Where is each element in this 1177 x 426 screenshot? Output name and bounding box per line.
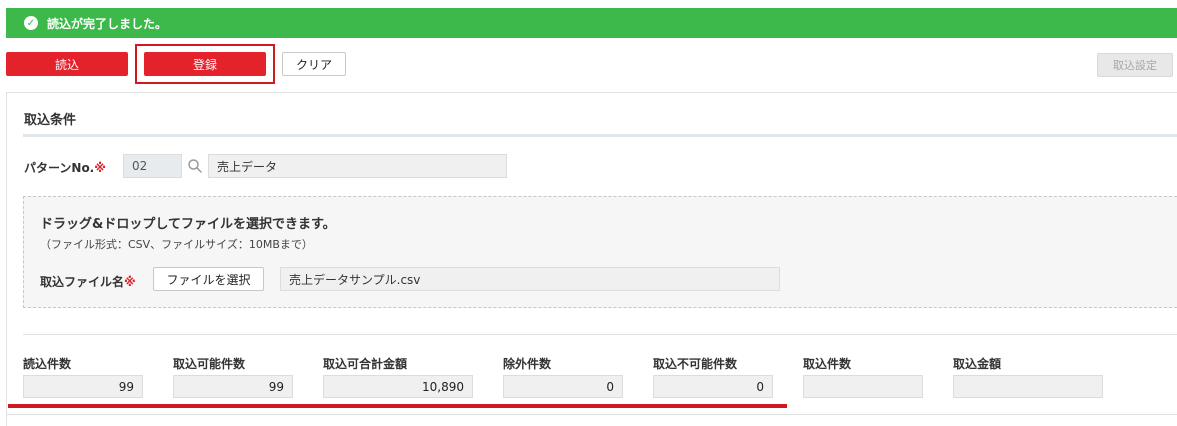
stat-value-importable-count: 99 xyxy=(173,375,293,398)
stat-label-not-importable-count: 取込不可能件数 xyxy=(653,357,738,371)
stat-value-imported-amount xyxy=(953,375,1103,398)
section-title: 取込条件 xyxy=(24,113,77,128)
stat-value-imported-count xyxy=(803,375,923,398)
file-label: 取込ファイル名※ xyxy=(40,275,136,289)
filename-field: 売上データサンプル.csv xyxy=(280,267,780,291)
stat-value-read-count: 99 xyxy=(23,375,143,398)
stat-value-importable-total: 10,890 xyxy=(323,375,473,398)
stat-value-excluded-count: 0 xyxy=(503,375,623,398)
bottom-divider xyxy=(6,414,1177,415)
pattern-label: パターンNo.※ xyxy=(24,161,106,175)
stat-label-imported-count: 取込件数 xyxy=(803,357,852,371)
clear-button[interactable]: クリア xyxy=(282,52,346,76)
stat-label-read-count: 読込件数 xyxy=(23,357,72,371)
stat-label-importable-count: 取込可能件数 xyxy=(173,357,246,371)
choose-file-button[interactable]: ファイルを選択 xyxy=(153,267,264,291)
dropzone-title: ドラッグ&ドロップしてファイルを選択できます。 xyxy=(40,217,336,232)
check-circle-icon: ✓ xyxy=(24,16,38,30)
stat-label-importable-total: 取込可合計金額 xyxy=(323,357,408,371)
pattern-name-field: 売上データ xyxy=(208,154,507,178)
register-button[interactable]: 登録 xyxy=(144,52,266,76)
import-settings-button[interactable]: 取込設定 xyxy=(1097,53,1173,77)
stat-label-imported-amount: 取込金額 xyxy=(953,357,1002,371)
dropzone-note: （ファイル形式：CSV、ファイルサイズ：10MBまで） xyxy=(40,238,313,251)
read-button[interactable]: 読込 xyxy=(6,52,128,76)
success-alert: ✓ 読込が完了しました。 xyxy=(6,8,1177,38)
search-icon[interactable] xyxy=(187,158,203,174)
required-mark: ※ xyxy=(94,161,106,175)
section-divider xyxy=(23,134,1177,137)
required-mark: ※ xyxy=(124,275,136,289)
stat-label-excluded-count: 除外件数 xyxy=(503,357,552,371)
stats-divider xyxy=(23,334,1177,335)
alert-message: 読込が完了しました。 xyxy=(47,16,168,31)
pattern-code-input[interactable]: 02 xyxy=(123,154,182,178)
highlight-underline xyxy=(8,404,787,408)
stat-value-not-importable-count: 0 xyxy=(653,375,773,398)
